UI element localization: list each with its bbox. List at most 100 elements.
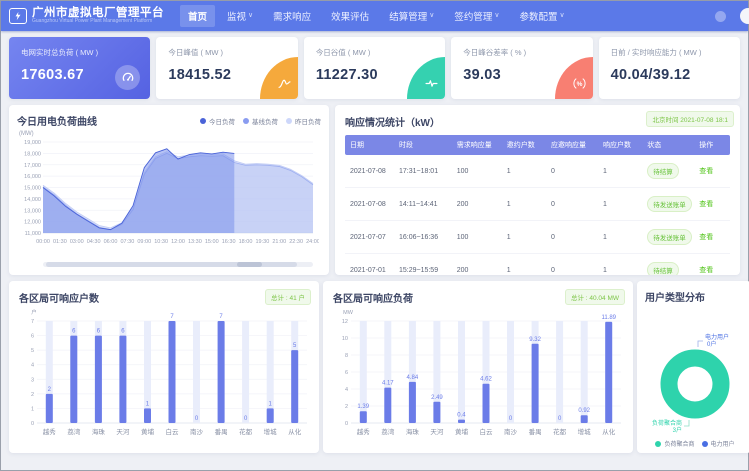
total-load-badge: 总计 : 40.04 MW [565, 289, 625, 305]
svg-text:番禺: 番禺 [529, 428, 542, 436]
legend-item[interactable]: 负荷聚合商 [655, 439, 694, 448]
top-nav-bar: 广州市虚拟电厂管理平台 Guangzhou Virtual Power Plan… [1, 1, 748, 31]
total-users-badge: 总计 : 41 户 [265, 289, 311, 305]
svg-text:8: 8 [345, 353, 348, 359]
nav-item-结算管理[interactable]: 结算管理∨ [381, 5, 442, 27]
bar [46, 394, 53, 423]
legend-item[interactable]: 今日负荷 [200, 116, 235, 126]
svg-text:南沙: 南沙 [190, 427, 204, 436]
table-cell: 1 [601, 221, 645, 254]
view-link[interactable]: 查看 [699, 267, 713, 274]
svg-text:6: 6 [345, 370, 348, 376]
view-link[interactable]: 查看 [699, 201, 713, 208]
view-link[interactable]: 查看 [699, 234, 713, 241]
table-cell: 100 [455, 155, 505, 188]
svg-text:0: 0 [31, 421, 34, 427]
svg-text:海珠: 海珠 [406, 427, 420, 436]
bar [291, 350, 298, 423]
load-curve-title: 今日用电负荷曲线 [17, 113, 97, 128]
column-header: 应邀响应量 [549, 135, 601, 155]
legend-item[interactable]: 基线负荷 [243, 116, 278, 126]
svg-text:11,000: 11,000 [25, 231, 41, 237]
svg-text:4.84: 4.84 [407, 375, 419, 381]
svg-text:白云: 白云 [480, 427, 494, 436]
nav-item-参数配置[interactable]: 参数配置∨ [511, 5, 572, 27]
legend-label: 基线负荷 [252, 116, 278, 126]
svg-text:0.92: 0.92 [578, 408, 590, 414]
nav-item-效果评估[interactable]: 效果评估 [323, 5, 377, 27]
table-row: 2021-07-0814:11~14:41200101待发送账单查看 [345, 188, 730, 221]
bar-track [267, 321, 274, 423]
chevron-down-icon: ∨ [494, 11, 499, 19]
user-type-legend: 负荷聚合商 电力用户 [645, 439, 745, 448]
svg-text:7: 7 [31, 319, 34, 325]
svg-text:天河: 天河 [430, 428, 444, 436]
svg-text:4.62: 4.62 [480, 377, 492, 383]
bar [581, 415, 588, 423]
column-header: 响应户数 [601, 135, 645, 155]
view-link[interactable]: 查看 [699, 168, 713, 175]
kpi-label: 电网实时总负荷 ( MW ) [21, 47, 138, 58]
table-header-row: 日期时段需求响应量邀约户数应邀响应量响应户数状态操作 [345, 135, 730, 155]
svg-text:从化: 从化 [288, 427, 302, 436]
svg-text:15,000: 15,000 [24, 186, 41, 192]
svg-text:MW: MW [343, 310, 354, 316]
legend-label: 电力用户 [711, 439, 735, 448]
svg-text:增城: 增城 [578, 427, 592, 436]
svg-text:白云: 白云 [166, 427, 180, 436]
nav-item-监视[interactable]: 监视∨ [219, 5, 261, 27]
table-cell: 2021-07-08 [345, 188, 397, 221]
bar [70, 336, 77, 423]
kpi-label: 今日峰值 ( MW ) [168, 47, 285, 58]
svg-text:17,000: 17,000 [24, 163, 41, 169]
nav-item-签约管理[interactable]: 签约管理∨ [446, 5, 507, 27]
district-users-title: 各区局可响应户数 [19, 290, 99, 305]
legend-item[interactable]: 昨日负荷 [286, 116, 321, 126]
bar [218, 321, 225, 423]
svg-text:1: 1 [31, 406, 34, 412]
load-curve-card: 今日用电负荷曲线 今日负荷基线负荷昨日负荷 (MW) 11,00012,0001… [9, 105, 329, 275]
district-users-chart: 01234567户2越秀6荔湾6海珠6天河1黄埔7白云0南沙7番禺0花都1增城5… [19, 305, 311, 447]
svg-text:荔湾: 荔湾 [67, 427, 81, 436]
svg-text:01:30: 01:30 [53, 239, 67, 245]
slider-nub[interactable] [237, 262, 261, 267]
svg-text:00:00: 00:00 [36, 239, 50, 245]
kpi-label: 今日谷值 ( MW ) [316, 47, 433, 58]
column-header: 操作 [697, 135, 730, 155]
svg-text:11.89: 11.89 [601, 315, 616, 321]
bar-track [193, 321, 200, 423]
nav-item-首页[interactable]: 首页 [180, 5, 215, 27]
table-row: 2021-07-0817:31~18:01100101待结算查看 [345, 155, 730, 188]
nav-item-需求响应[interactable]: 需求响应 [265, 5, 319, 27]
table-cell: 17:31~18:01 [397, 155, 455, 188]
svg-text:06:00: 06:00 [104, 239, 118, 245]
table-cell: 1 [505, 188, 549, 221]
svg-text:7: 7 [170, 314, 174, 320]
status-badge: 待结算 [647, 262, 679, 275]
table-cell: 2021-07-01 [345, 254, 397, 276]
table-cell: 1 [601, 254, 645, 276]
svg-text:19:30: 19:30 [255, 239, 269, 245]
kpi-label: 今日峰谷差率 ( % ) [463, 47, 580, 58]
kpi-card: 电网实时总负荷 ( MW )17603.67 [9, 37, 150, 99]
kpi-value: 40.04/39.12 [611, 67, 728, 83]
svg-text:16,000: 16,000 [24, 174, 41, 180]
svg-text:番禺: 番禺 [215, 428, 228, 436]
avatar[interactable] [740, 8, 749, 24]
svg-text:海珠: 海珠 [92, 427, 106, 436]
notification-icon[interactable] [715, 11, 726, 22]
legend-label: 负荷聚合商 [664, 439, 694, 448]
table-cell: 0 [549, 155, 601, 188]
response-table: 日期时段需求响应量邀约户数应邀响应量响应户数状态操作 2021-07-0817:… [345, 135, 730, 275]
bar-track [458, 321, 465, 423]
table-cell: 1 [505, 155, 549, 188]
table-cell: 15:29~15:59 [397, 254, 455, 276]
svg-text:3: 3 [31, 377, 34, 383]
user-type-card: 用户类型分布 电力用户 0户 负荷聚合商 3户 负荷聚合商电力用户 [637, 281, 749, 453]
bar [267, 408, 274, 423]
svg-text:13:30: 13:30 [188, 239, 202, 245]
svg-text:13,000: 13,000 [24, 208, 41, 214]
legend-item[interactable]: 电力用户 [702, 439, 735, 448]
svg-text:18,000: 18,000 [24, 151, 41, 157]
chart-zoom-slider[interactable] [43, 262, 313, 267]
